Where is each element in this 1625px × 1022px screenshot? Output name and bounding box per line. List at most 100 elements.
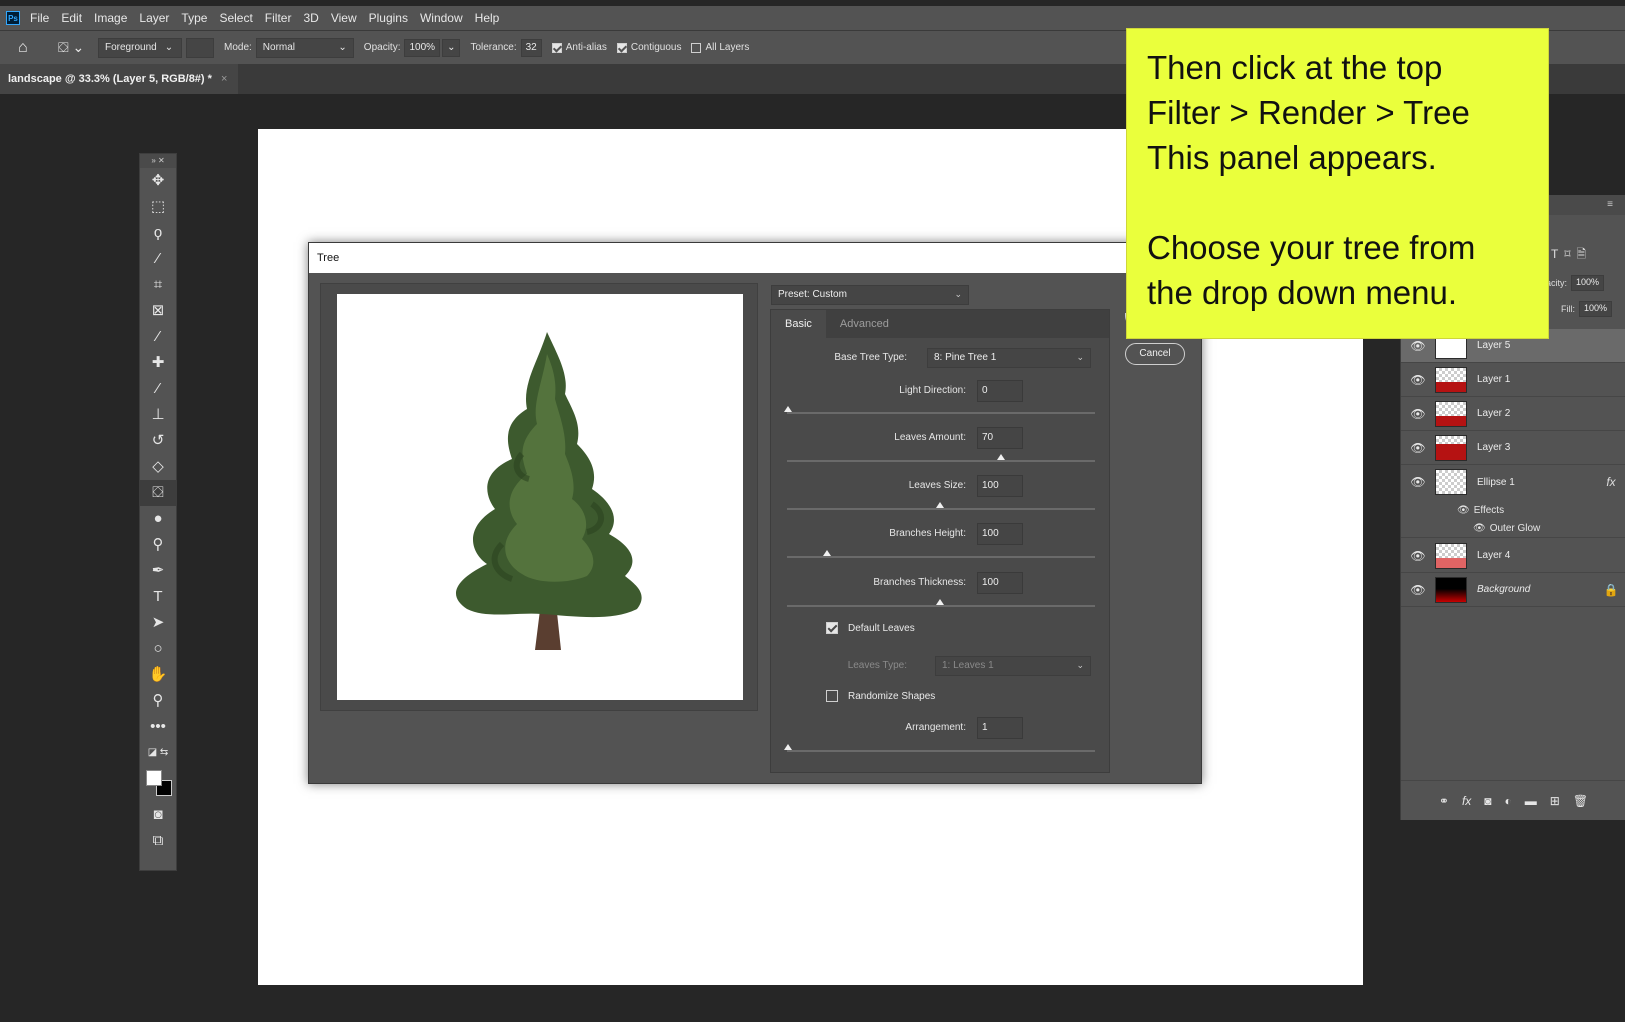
- layer-row-layer-4[interactable]: 👁 Layer 4: [1401, 539, 1625, 573]
- base-tree-type-select[interactable]: 8: Pine Tree 1 ⌄: [927, 348, 1091, 368]
- eraser-icon[interactable]: ◇: [140, 454, 176, 480]
- fx-icon[interactable]: fx: [1462, 794, 1471, 808]
- fx-icon[interactable]: fx: [1596, 475, 1625, 489]
- path-select-icon[interactable]: ➤: [140, 610, 176, 636]
- eye-icon[interactable]: 👁: [1401, 549, 1435, 563]
- slider-thumb[interactable]: [784, 744, 792, 750]
- link-icon[interactable]: ⚭: [1439, 794, 1449, 808]
- close-icon[interactable]: ×: [221, 73, 227, 85]
- mask-icon[interactable]: ◙: [1484, 794, 1491, 808]
- slider-thumb[interactable]: [784, 406, 792, 412]
- slider-thumb[interactable]: [936, 599, 944, 605]
- layer-row-layer-1[interactable]: 👁 Layer 1: [1401, 363, 1625, 397]
- arrangement-slider[interactable]: [784, 744, 1095, 752]
- healing-icon[interactable]: ✚: [140, 350, 176, 376]
- mode-select[interactable]: Normal ⌄: [255, 37, 354, 58]
- move-icon[interactable]: ✥: [140, 168, 176, 194]
- tab-basic[interactable]: Basic: [771, 310, 826, 338]
- trash-icon[interactable]: 🗑: [1573, 794, 1588, 808]
- lock-icon[interactable]: 🔒: [1596, 583, 1625, 597]
- tab-advanced[interactable]: Advanced: [826, 310, 903, 338]
- crop-icon[interactable]: ⌗: [140, 272, 176, 298]
- layer-opacity-input[interactable]: 100%: [1571, 275, 1605, 291]
- folder-icon[interactable]: ▬: [1525, 794, 1537, 808]
- default-leaves-checkbox[interactable]: Default Leaves: [826, 622, 915, 634]
- brush-icon[interactable]: ⁄: [140, 376, 176, 402]
- magic-wand-icon[interactable]: ⁄: [140, 246, 176, 272]
- outer-glow-row[interactable]: 👁 Outer Glow: [1401, 520, 1625, 538]
- layer-fill-input[interactable]: 100%: [1579, 301, 1613, 317]
- all-layers-checkbox[interactable]: All Layers: [691, 42, 749, 53]
- randomize-shapes-checkbox[interactable]: Randomize Shapes: [826, 690, 935, 702]
- stamp-icon[interactable]: ⊥: [140, 402, 176, 428]
- tools-panel-header[interactable]: » ✕: [140, 154, 176, 168]
- menu-3d[interactable]: 3D: [303, 11, 318, 25]
- layer-filter-icons[interactable]: T⌑🗎: [1551, 245, 1592, 266]
- eye-icon[interactable]: 👁: [1401, 373, 1435, 387]
- pen-icon[interactable]: ✒: [140, 558, 176, 584]
- marquee-icon[interactable]: ⬚: [140, 194, 176, 220]
- cancel-button[interactable]: Cancel: [1125, 343, 1185, 365]
- swap-colors-icon[interactable]: ◪ ⇆: [140, 740, 176, 766]
- menu-select[interactable]: Select: [219, 11, 252, 25]
- eye-icon[interactable]: 👁: [1473, 523, 1486, 534]
- menu-filter[interactable]: Filter: [265, 11, 292, 25]
- eye-icon[interactable]: 👁: [1457, 505, 1470, 516]
- eye-icon[interactable]: 👁: [1401, 583, 1435, 597]
- type-icon[interactable]: T: [140, 584, 176, 610]
- menu-type[interactable]: Type: [181, 11, 207, 25]
- preset-select[interactable]: Preset: Custom ⌄: [771, 285, 969, 305]
- paint-bucket-preset-icon[interactable]: ⛋ ⌄: [58, 39, 98, 56]
- screen-mode-icon[interactable]: ⧉: [140, 828, 176, 854]
- new-layer-icon[interactable]: ⊞: [1550, 794, 1560, 808]
- home-icon[interactable]: ⌂: [18, 39, 36, 57]
- lasso-icon[interactable]: ϙ: [140, 220, 176, 246]
- hand-icon[interactable]: ✋: [140, 662, 176, 688]
- dodge-icon[interactable]: ⚲: [140, 532, 176, 558]
- leaves-type-select[interactable]: 1: Leaves 1 ⌄: [935, 656, 1091, 676]
- contiguous-checkbox[interactable]: Contiguous: [616, 42, 681, 53]
- slider-thumb[interactable]: [936, 502, 944, 508]
- menu-view[interactable]: View: [331, 11, 357, 25]
- menu-edit[interactable]: Edit: [61, 11, 82, 25]
- leaves-amount-slider[interactable]: [787, 454, 1095, 462]
- menu-help[interactable]: Help: [475, 11, 500, 25]
- paint-bucket-icon[interactable]: ⛋: [140, 480, 176, 506]
- light-direction-slider[interactable]: [784, 406, 1095, 414]
- layer-row-layer-2[interactable]: 👁 Layer 2: [1401, 397, 1625, 431]
- quick-mask-icon[interactable]: ◙: [140, 802, 176, 828]
- layer-row-ellipse-1[interactable]: 👁 Ellipse 1 fx: [1401, 465, 1625, 499]
- pattern-picker[interactable]: [186, 37, 214, 58]
- layer-row-layer-3[interactable]: 👁 Layer 3: [1401, 431, 1625, 465]
- history-brush-icon[interactable]: ↺: [140, 428, 176, 454]
- menu-image[interactable]: Image: [94, 11, 127, 25]
- branches-height-slider[interactable]: [787, 550, 1095, 558]
- menu-file[interactable]: File: [30, 11, 49, 25]
- foreground-color-swatch[interactable]: [146, 770, 162, 786]
- antialias-checkbox[interactable]: Anti-alias: [551, 42, 607, 53]
- tolerance-input[interactable]: 32: [520, 38, 542, 57]
- opacity-input[interactable]: 100%: [404, 38, 441, 57]
- branches-height-input[interactable]: 100: [977, 523, 1023, 545]
- menu-plugins[interactable]: Plugins: [369, 11, 408, 25]
- frame-icon[interactable]: ⊠: [140, 298, 176, 324]
- menu-window[interactable]: Window: [420, 11, 463, 25]
- layer-row-background[interactable]: 👁 Background 🔒: [1401, 573, 1625, 607]
- more-icon[interactable]: •••: [140, 714, 176, 740]
- leaves-amount-input[interactable]: 70: [977, 427, 1023, 449]
- light-direction-input[interactable]: 0: [977, 380, 1023, 402]
- blur-icon[interactable]: ●: [140, 506, 176, 532]
- arrangement-input[interactable]: 1: [977, 717, 1023, 739]
- document-tab[interactable]: landscape @ 33.3% (Layer 5, RGB/8#) * ×: [0, 64, 238, 94]
- branches-thickness-input[interactable]: 100: [977, 572, 1023, 594]
- eye-icon[interactable]: 👁: [1401, 475, 1435, 489]
- eyedropper-icon[interactable]: ⁄: [140, 324, 176, 350]
- color-swatches[interactable]: [140, 766, 176, 802]
- effects-row[interactable]: 👁 Effects: [1401, 501, 1625, 519]
- eye-icon[interactable]: 👁: [1401, 339, 1435, 353]
- menu-layer[interactable]: Layer: [139, 11, 169, 25]
- zoom-icon[interactable]: ⚲: [140, 688, 176, 714]
- opacity-dropdown-icon[interactable]: ⌄: [442, 38, 461, 57]
- ellipse-icon[interactable]: ○: [140, 636, 176, 662]
- adjustment-icon[interactable]: ◐: [1505, 794, 1512, 808]
